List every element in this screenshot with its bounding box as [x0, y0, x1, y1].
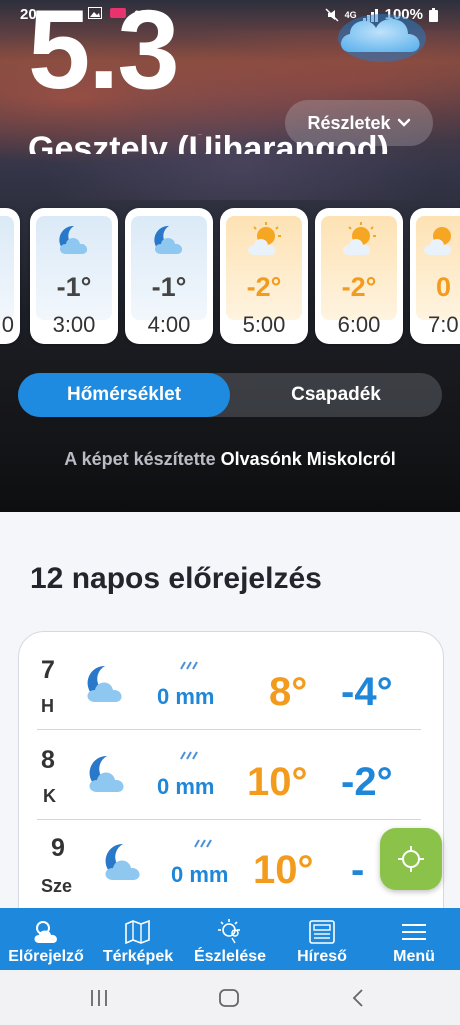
hour-time: 7:0	[428, 312, 459, 337]
hour-time: 5:00	[242, 312, 286, 337]
max-temp: 10°	[247, 760, 308, 804]
moon-cloud-icon	[59, 225, 88, 254]
day-number: 8	[41, 746, 55, 774]
toggle-temperature[interactable]: Hőmérséklet	[18, 373, 230, 417]
forecast-row[interactable]: 7 H 0 mm 8° -4°	[19, 640, 443, 730]
nav-news-label: Híreső	[297, 948, 347, 965]
chevron-down-icon	[397, 118, 410, 127]
temp-precip-toggle[interactable]: Hőmérséklet Csapadék	[18, 373, 442, 417]
rain-drops-icon	[180, 751, 198, 760]
photo-credit: A képet készítette Olvasónk Miskolcról	[0, 449, 460, 470]
menu-icon	[402, 924, 426, 940]
credit-author[interactable]: Olvasónk Miskolcról	[221, 449, 396, 469]
nav-news[interactable]: Híreső	[276, 908, 368, 970]
credit-label: A képet készítette	[64, 449, 216, 469]
news-icon	[309, 920, 335, 944]
sun-cloud-icon	[343, 222, 376, 255]
day-number: 9	[51, 834, 65, 862]
crosshair-icon	[398, 846, 424, 872]
nav-observations-label: Észlelése	[193, 948, 267, 965]
hour-temp: -1°	[151, 272, 187, 302]
hour-temp: 0	[436, 272, 452, 302]
details-label: Részletek	[307, 112, 391, 133]
moon-cloud-icon	[87, 665, 122, 702]
location-name[interactable]: Gesztely (Újharangod)	[28, 134, 389, 154]
hour-time: 4:00	[147, 312, 191, 337]
precipitation: 0 mm	[157, 684, 215, 709]
hour-card[interactable]: -1° 4:00	[125, 208, 213, 344]
day-name: Sze	[41, 876, 73, 896]
home-icon[interactable]	[218, 988, 240, 1008]
hourly-forecast[interactable]: 0 -1° 3:00 -1° 4:00 -2° 5:00 -2° 6:00 0 …	[0, 206, 460, 346]
recent-apps-icon[interactable]	[88, 988, 110, 1008]
moon-cloud-icon	[105, 843, 140, 880]
precipitation: 0 mm	[157, 774, 215, 799]
hour-card[interactable]: 0 7:0	[410, 208, 460, 344]
current-temperature: 5.3	[28, 0, 180, 112]
moon-cloud-icon	[154, 225, 183, 254]
hour-time: 3:00	[52, 312, 96, 337]
sun-cloud-icon	[424, 227, 452, 255]
min-temp: -	[351, 848, 365, 892]
hour-time: 0	[1, 312, 14, 337]
forecast-row[interactable]: 8 K 0 mm 10° -2°	[19, 730, 443, 820]
day-name: K	[43, 786, 56, 806]
tree-silhouette	[0, 330, 460, 512]
nav-observations[interactable]: Észlelése	[184, 908, 276, 970]
map-icon	[125, 919, 150, 945]
cloud-icon	[338, 14, 426, 62]
rain-drops-icon	[180, 661, 198, 670]
nav-menu[interactable]: Menü	[368, 908, 460, 970]
rain-drops-icon	[194, 839, 212, 848]
observation-icon	[218, 919, 240, 944]
battery-icon	[429, 7, 438, 22]
hour-card[interactable]: 0	[0, 208, 20, 344]
nav-forecast[interactable]: Előrejelző	[0, 908, 92, 970]
hour-card[interactable]: -2° 6:00	[315, 208, 403, 344]
location-fab[interactable]	[380, 828, 442, 890]
nav-menu-label: Menü	[393, 948, 435, 965]
forecast-title: 12 napos előrejelzés	[30, 562, 322, 595]
bottom-navigation: Előrejelző Térképek Észlelése Híreső Men…	[0, 908, 460, 970]
max-temp: 8°	[269, 670, 308, 714]
toggle-precipitation[interactable]: Csapadék	[230, 373, 442, 417]
min-temp: -2°	[341, 760, 393, 804]
day-number: 7	[41, 656, 55, 684]
hour-card[interactable]: -1° 3:00	[30, 208, 118, 344]
hour-time: 6:00	[337, 312, 381, 337]
min-temp: -4°	[341, 670, 393, 714]
moon-cloud-icon	[89, 755, 124, 792]
nav-forecast-label: Előrejelző	[8, 948, 84, 965]
hour-temp: -2°	[341, 272, 377, 302]
precipitation: 0 mm	[171, 862, 229, 887]
weather-icon	[34, 921, 57, 943]
back-icon[interactable]	[348, 988, 370, 1008]
max-temp: 10°	[253, 848, 314, 892]
system-navigation-bar	[0, 970, 460, 1025]
sun-cloud-icon	[248, 222, 281, 255]
day-name: H	[41, 696, 54, 716]
nav-maps-label: Térképek	[102, 948, 174, 965]
hour-temp: -1°	[56, 272, 92, 302]
nav-maps[interactable]: Térképek	[92, 908, 184, 970]
hour-card[interactable]: -2° 5:00	[220, 208, 308, 344]
hour-temp: -2°	[246, 272, 282, 302]
